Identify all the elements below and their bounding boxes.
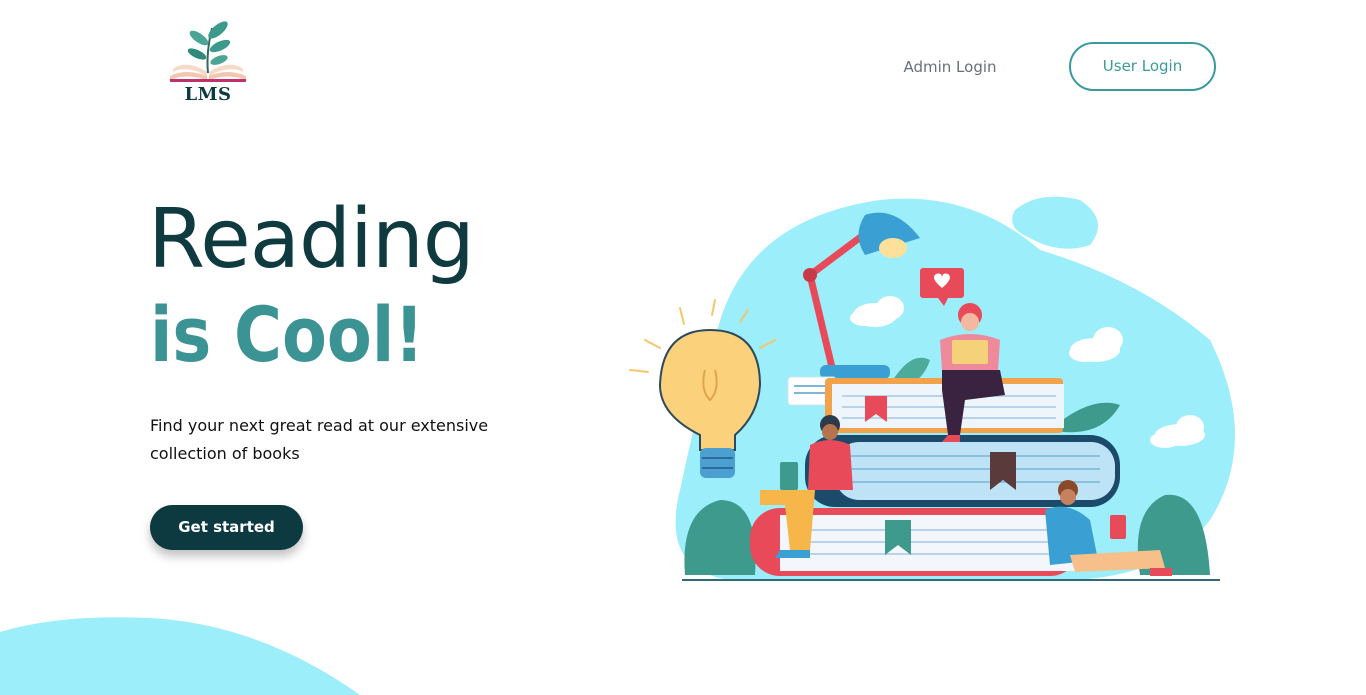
- brand-logo[interactable]: LMS: [166, 18, 250, 108]
- user-login-button[interactable]: User Login: [1069, 42, 1216, 91]
- hero-title-line2: is Cool!: [150, 290, 425, 379]
- book-plant-icon: [170, 21, 246, 82]
- hero-description: Find your next great read at our extensi…: [150, 416, 489, 463]
- logo-text: LMS: [184, 84, 232, 105]
- hero-title-line1: Reading: [148, 192, 475, 287]
- reading-illustration: [629, 196, 1235, 581]
- decorative-blob: [0, 617, 360, 695]
- admin-login-link[interactable]: Admin Login: [890, 54, 1010, 80]
- get-started-button[interactable]: Get started: [150, 505, 303, 550]
